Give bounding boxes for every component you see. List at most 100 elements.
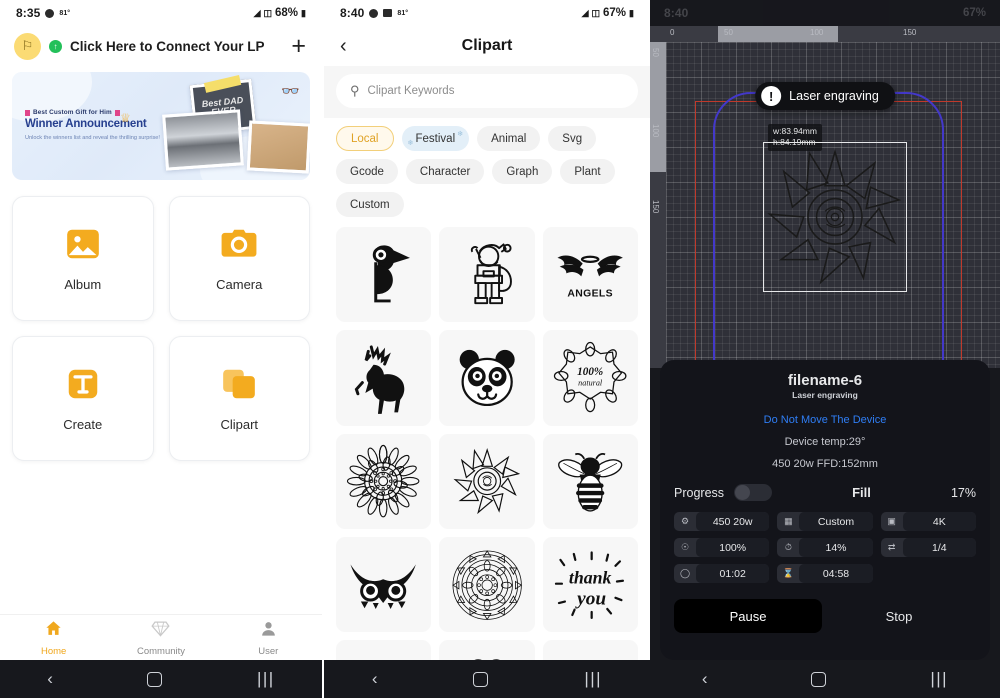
clipart-item-bee[interactable] xyxy=(542,433,638,530)
device-avatar-icon: ⚐ xyxy=(14,32,41,60)
banner-eyebrow-row: Best Custom Gift for Him xyxy=(25,109,162,116)
power-icon: ☉ xyxy=(680,542,690,552)
clipart-item-deer[interactable] xyxy=(336,330,432,426)
natural-text-1: 100% xyxy=(577,366,603,378)
system-recents-button[interactable]: ||| xyxy=(257,669,275,689)
alert-icon: ! xyxy=(761,86,782,106)
crown-icon: ♕ xyxy=(120,111,131,126)
tab-home[interactable]: Home xyxy=(0,619,107,657)
param-speed[interactable]: ⏱ 14% xyxy=(777,538,873,557)
snowflake-icon-2: ❄ xyxy=(457,131,464,138)
system-home-button[interactable] xyxy=(147,671,163,687)
chip-graph[interactable]: Graph xyxy=(492,159,553,184)
clipart-item-panda[interactable] xyxy=(439,330,535,426)
clipart-item-natural-badge[interactable]: 100% natural xyxy=(542,330,638,426)
pass-icon: ⇄ xyxy=(887,542,896,552)
chip-svg[interactable]: Svg xyxy=(548,126,597,151)
job-filename: filename-6 xyxy=(787,372,863,389)
system-recents-button-2[interactable]: ||| xyxy=(584,669,602,689)
system-home-button-2[interactable] xyxy=(473,671,489,687)
ruler-h-tick-0: 0 xyxy=(670,28,675,37)
clipart-item-woodpecker[interactable] xyxy=(336,227,432,323)
chip-custom[interactable]: Custom xyxy=(336,192,404,217)
tile-create[interactable]: Create xyxy=(12,336,154,461)
wifi-icon-2: ◢ xyxy=(581,7,589,18)
status-notification-icon-2 xyxy=(369,8,379,18)
system-back-button-2[interactable]: ‹ xyxy=(372,669,378,689)
clipart-item-thank-you[interactable]: thank you xyxy=(542,537,638,633)
status-time-2: 8:40 xyxy=(340,6,365,20)
param-pass[interactable]: ⇄ 1/4 xyxy=(880,538,976,557)
system-home-button-3[interactable] xyxy=(811,671,827,687)
natural-badge-icon: 100% natural xyxy=(553,341,627,413)
owl-icon xyxy=(350,563,417,609)
laser-engraving-toast: ! Laser engraving xyxy=(755,82,895,110)
chip-gcode[interactable]: Gcode xyxy=(336,159,398,184)
banner-marker-icon xyxy=(25,109,30,116)
clipart-header: ‹ Clipart xyxy=(324,26,650,66)
thank-text: thank xyxy=(569,567,612,587)
progress-toggle[interactable] xyxy=(734,484,773,501)
param-laser-power[interactable]: ⚙ 450 20w xyxy=(674,512,770,531)
status-notification-icon xyxy=(45,8,55,18)
param-speed-value: 14% xyxy=(799,538,873,557)
pause-button[interactable]: Pause xyxy=(674,599,822,633)
chip-animal[interactable]: Animal xyxy=(477,126,541,151)
param-elapsed[interactable]: ◯ 01:02 xyxy=(674,564,770,583)
tile-camera[interactable]: Camera xyxy=(168,196,310,321)
job-mode: Laser engraving xyxy=(792,390,858,400)
bottom-tab-bar: Home Community User xyxy=(0,614,322,660)
param-power[interactable]: ☉ 100% xyxy=(674,538,770,557)
status-right: ◢ ◫ 68% ▮ xyxy=(254,7,306,19)
santa-icon xyxy=(470,243,512,305)
deer-icon xyxy=(355,345,405,414)
mandala-icon xyxy=(452,549,522,620)
device-temperature: Device temp:29° xyxy=(784,436,866,448)
banner-text-block: Best Custom Gift for Him Winner Announce… xyxy=(12,109,162,142)
toast-label: Laser engraving xyxy=(789,89,879,103)
angels-wings-icon: ANGELS xyxy=(557,256,624,300)
search-input[interactable]: ⚲ Clipart Keywords xyxy=(336,74,638,108)
chip-character[interactable]: Character xyxy=(405,159,485,184)
clipart-item-angels[interactable]: ANGELS xyxy=(542,227,638,323)
chip-plant[interactable]: Plant xyxy=(560,159,615,184)
system-back-button-3[interactable]: ‹ xyxy=(702,669,708,689)
clipart-item-santa[interactable] xyxy=(439,227,535,323)
connect-device-bar[interactable]: ⚐ ↑ Click Here to Connect Your LP + xyxy=(0,26,322,66)
job-control-panel: filename-6 Laser engraving Do Not Move T… xyxy=(660,360,990,660)
status-bar-2: 8:40 81° ◢ ◫ 67% ▮ xyxy=(324,0,650,26)
status-battery: 68% xyxy=(275,7,299,19)
laser-power-icon: ⚙ xyxy=(680,516,690,526)
clipart-item-sunflower[interactable] xyxy=(439,433,535,530)
chip-local[interactable]: Local xyxy=(336,126,394,151)
tile-clipart[interactable]: Clipart xyxy=(168,336,310,461)
chip-festival[interactable]: ❄ ❄ Festival xyxy=(401,126,470,151)
system-recents-button-3[interactable]: ||| xyxy=(930,669,948,689)
glasses-icon: 👓 xyxy=(281,83,300,100)
stop-button[interactable]: Stop xyxy=(822,609,976,624)
page-title: Clipart xyxy=(461,37,513,54)
clipart-item-mandala[interactable] xyxy=(439,537,535,633)
tile-album[interactable]: Album xyxy=(12,196,154,321)
selection-width: w:83.94mm xyxy=(773,126,817,136)
param-material[interactable]: ▦ Custom xyxy=(777,512,873,531)
system-back-button[interactable]: ‹ xyxy=(47,669,53,689)
status-bar: 8:35 81° ◢ ◫ 68% ▮ xyxy=(0,0,322,26)
selection-bounding-box[interactable] xyxy=(763,142,907,292)
elapsed-icon: ◯ xyxy=(679,568,691,578)
add-device-button[interactable]: + xyxy=(291,33,306,59)
progress-percent: 17% xyxy=(950,485,976,500)
param-remaining[interactable]: ⌛ 04:58 xyxy=(777,564,873,583)
tab-community[interactable]: Community xyxy=(107,619,214,657)
sunflower-design-preview xyxy=(767,148,902,285)
clipart-item-owl[interactable] xyxy=(336,537,432,633)
home-icon xyxy=(44,619,63,643)
banner-photo-collage: Best DAD EVER 👓 xyxy=(162,72,310,180)
promo-banner[interactable]: Best Custom Gift for Him Winner Announce… xyxy=(12,72,310,180)
engraving-canvas[interactable]: 0 50 100 150 50 100 150 w:83.94mm h:84.1… xyxy=(650,26,1000,368)
clipart-item-mandala-sunflower[interactable] xyxy=(336,433,432,530)
tab-user[interactable]: User xyxy=(215,619,322,657)
mandala-sunflower-icon xyxy=(347,445,420,518)
param-resolution[interactable]: ▣ 4K xyxy=(880,512,976,531)
angels-text: ANGELS xyxy=(568,289,614,300)
